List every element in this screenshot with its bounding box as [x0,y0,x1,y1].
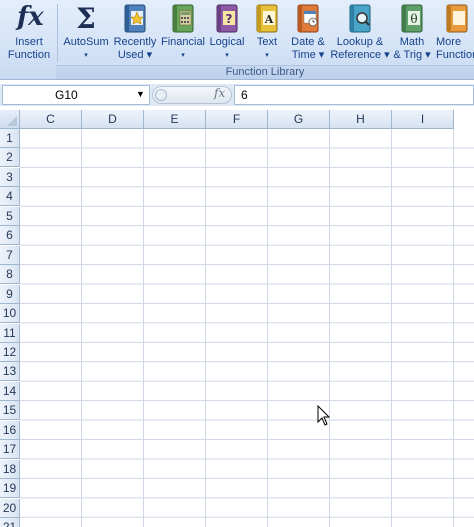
column-header-f[interactable]: F [206,110,268,129]
row-header[interactable]: 17 [0,440,20,460]
row-header[interactable]: 1 [0,129,20,148]
row-header[interactable]: 6 [0,226,20,246]
date-time-line2: Time ▾ [291,49,325,61]
book-question-icon: ? [216,4,238,33]
lookup-reference-button[interactable]: Lookup & Reference ▾ [330,0,390,66]
row-header[interactable]: 13 [0,362,20,382]
row-header[interactable]: 7 [0,245,20,265]
column-header-e[interactable]: E [144,110,206,129]
row-header[interactable]: 18 [0,459,20,479]
lookup-reference-line2: Reference ▾ [330,49,390,61]
row-header[interactable]: 5 [0,206,20,226]
row-header[interactable]: 20 [0,498,20,518]
row-header[interactable]: 10 [0,304,20,324]
insert-function-fx-button[interactable]: fx [214,86,225,100]
worksheet: C D E F G H I 1 2 3 4 5 6 7 8 9 10 11 12 13 14 15 16 17 1… [0,110,474,527]
financial-label: Financial [160,36,206,48]
formula-bar: G10 ▼ fx 6 [0,84,474,106]
formula-input[interactable]: 6 [234,85,474,105]
ribbon: fx Insert Function Σ AutoSum ▾ Recently … [0,0,474,80]
book-theta-icon: θ [401,4,423,33]
select-all-button[interactable] [0,110,20,129]
autosum-label: AutoSum [63,36,109,48]
more-functions-line1: More [436,36,462,48]
chevron-down-icon: ▾ [265,52,269,59]
column-header-c[interactable]: C [20,110,82,129]
name-box[interactable]: G10 [2,85,150,105]
column-header-i[interactable]: I [392,110,454,129]
row-header[interactable]: 9 [0,284,20,304]
ribbon-separator [57,4,58,62]
chevron-down-icon: ▾ [225,52,229,59]
row-header[interactable]: 14 [0,381,20,401]
row-header[interactable]: 4 [0,187,20,207]
text-button[interactable]: A Text ▾ [250,0,284,66]
column-header-d[interactable]: D [82,110,144,129]
text-label: Text [256,36,278,48]
sigma-icon: Σ [76,2,96,35]
row-header[interactable]: 11 [0,323,20,343]
row-header[interactable]: 8 [0,265,20,285]
svg-text:θ: θ [410,12,417,26]
column-header-g[interactable]: G [268,110,330,129]
insert-function-line2: Function [7,49,51,61]
math-trig-line1: Math [399,36,425,48]
cell-grid[interactable] [20,129,474,527]
more-functions-line2: Functions [436,49,474,61]
math-trig-line2: & Trig ▾ [393,49,431,61]
book-clock-icon [297,4,319,33]
row-header[interactable]: 12 [0,342,20,362]
insert-function-line1: Insert [15,36,43,48]
book-magnifier-icon [349,4,371,33]
function-library-group-label: Function Library [56,65,474,79]
chevron-down-icon[interactable]: ▼ [136,85,145,103]
row-header[interactable]: 15 [0,401,20,421]
book-calculator-icon [172,4,194,33]
math-trig-button[interactable]: θ Math & Trig ▾ [392,0,432,66]
book-more-icon [446,4,468,33]
lookup-reference-line1: Lookup & [336,36,384,48]
row-header[interactable]: 16 [0,420,20,440]
mouse-pointer-icon [317,405,331,426]
row-header[interactable]: 21 [0,518,20,527]
row-header[interactable]: 2 [0,148,20,168]
autosum-button[interactable]: Σ AutoSum ▾ [60,0,112,66]
logical-button[interactable]: ? Logical ▾ [208,0,246,66]
more-functions-button[interactable]: More Functions [434,0,474,66]
svg-text:?: ? [226,12,233,26]
chevron-down-icon: ▾ [84,52,88,59]
row-header[interactable]: 19 [0,479,20,499]
book-star-icon [124,4,146,33]
date-time-line1: Date & [291,36,325,48]
column-header-h[interactable]: H [330,110,392,129]
row-header[interactable]: 3 [0,167,20,187]
chevron-down-icon: ▾ [181,52,185,59]
logical-label: Logical [209,36,245,48]
fx-icon: fx [17,2,44,32]
book-a-icon: A [256,4,278,33]
date-time-button[interactable]: Date & Time ▾ [288,0,328,66]
insert-function-button[interactable]: fx Insert Function [2,0,56,66]
svg-text:A: A [264,13,274,26]
financial-button[interactable]: Financial ▾ [158,0,208,66]
circle-icon [155,89,167,101]
recently-used-line2: Used ▾ [117,49,153,61]
recently-used-button[interactable]: Recently Used ▾ [112,0,158,66]
recently-used-line1: Recently [113,36,157,48]
triangle-icon [7,116,17,126]
